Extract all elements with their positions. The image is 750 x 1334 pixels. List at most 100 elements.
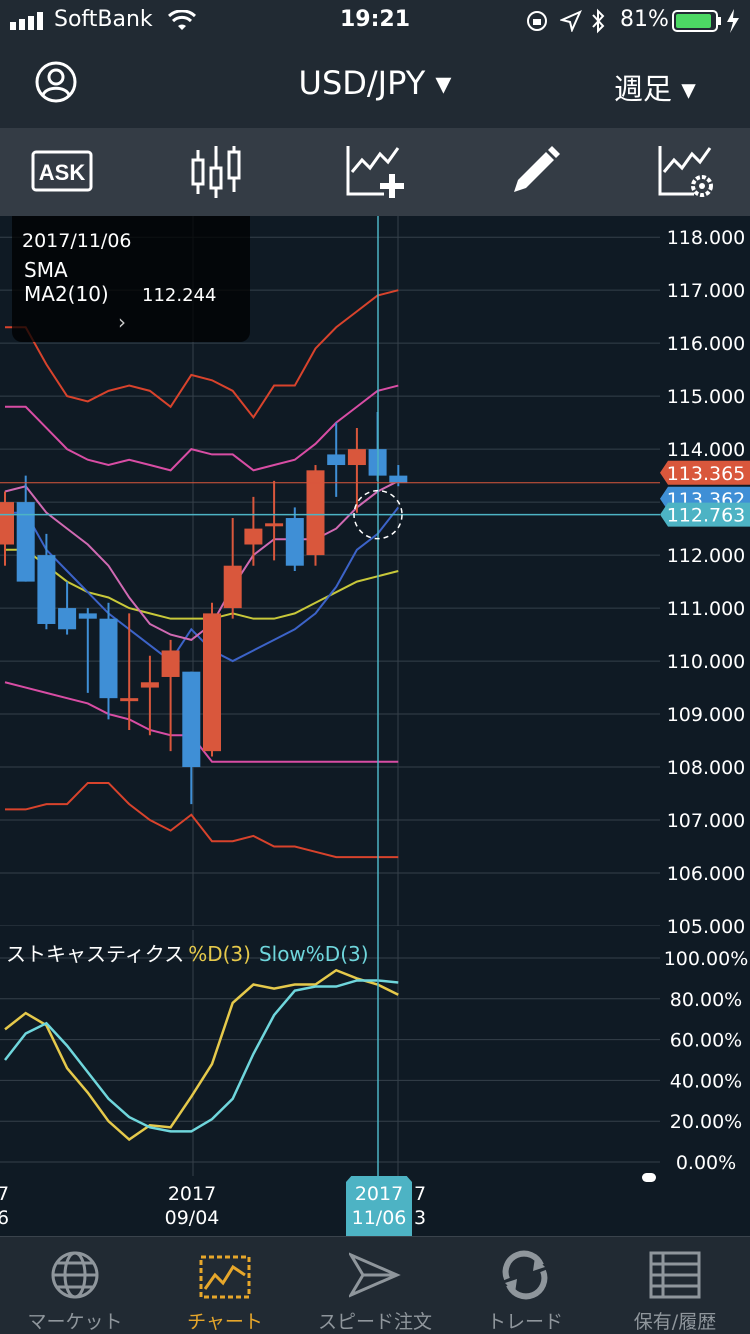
candle-body [58, 608, 77, 630]
price-axis-label: 106.000 [667, 863, 746, 885]
candle-body [389, 475, 408, 484]
indicator-settings-button[interactable] [654, 142, 720, 202]
date-label-mid: 2017 09/04 [152, 1182, 232, 1230]
bluetooth-icon [592, 8, 605, 34]
tab-speed-order-label: スピード注文 [317, 1311, 432, 1333]
stoch-axis-label: 40.00% [670, 1070, 742, 1092]
stoch-axis-label: 0.00% [676, 1152, 736, 1174]
period-selector[interactable]: 週足 ▾ [614, 66, 696, 108]
info-expand-icon[interactable]: › [118, 310, 126, 334]
ask-bid-toggle-button[interactable]: ASK [30, 142, 96, 202]
tab-market[interactable]: マーケット [0, 1237, 150, 1334]
ask-icon: ASK [31, 150, 93, 192]
candle-body [203, 613, 221, 752]
ask-price-tag-text: 113.365 [667, 463, 746, 485]
chart-area[interactable]: 118.000117.000116.000115.000114.000113.0… [0, 216, 750, 1236]
stoch-d-label: %D(3) [188, 942, 251, 966]
candle-body [327, 454, 346, 466]
price-axis-label: 108.000 [667, 757, 746, 779]
info-ma-label: MA2(10) [24, 282, 109, 306]
cursor-date: 11/06 [351, 1207, 407, 1229]
bottom-tab-bar: マーケット チャート スピード注文 トレード 保有/履歴 [0, 1236, 750, 1334]
ask-price-tag: 113.365 [660, 460, 750, 485]
stoch-slow-label: Slow%D(3) [258, 942, 369, 966]
bollinger-bands [4, 289, 400, 859]
date-right-bottom: 3 [413, 1207, 427, 1229]
date-mid-year: 2017 [167, 1183, 217, 1205]
tab-positions[interactable]: 保有/履歴 [600, 1237, 750, 1334]
info-box: 2017/11/06 SMA MA2(10) 112.244 › [12, 216, 250, 342]
rotation-lock-icon [527, 11, 547, 31]
cursor-date-label: 2017 11/06 [346, 1176, 412, 1236]
add-indicator-icon [346, 146, 404, 198]
price-chart[interactable]: 118.000117.000116.000115.000114.000113.0… [0, 216, 750, 1236]
chart-type-button[interactable] [184, 142, 250, 202]
price-axis-label: 112.000 [667, 545, 746, 567]
location-icon [560, 10, 582, 32]
tab-trade-label: トレード [486, 1311, 563, 1333]
price-axis-label: 114.000 [667, 439, 746, 461]
tab-positions-label: 保有/履歴 [633, 1311, 717, 1333]
date-label-left: 7 6 [0, 1182, 16, 1230]
candle-body [265, 523, 284, 527]
candle-body [120, 698, 139, 702]
price-axis-label: 115.000 [667, 386, 746, 408]
stoch-axis-label: 100.00% [664, 948, 749, 970]
candle-body [78, 613, 97, 619]
stoch-name: ストキャスティクス [6, 942, 185, 966]
indicator-settings-icon [658, 146, 713, 197]
tab-trade[interactable]: トレード [450, 1237, 600, 1334]
price-axis-label: 105.000 [667, 916, 746, 938]
pencil-icon [514, 146, 560, 192]
candle-body [347, 449, 366, 466]
bb-inner-lower-line [4, 681, 399, 763]
price-axis-label: 117.000 [667, 280, 746, 302]
info-ma-value: 112.244 [142, 285, 217, 306]
date-mid-date: 09/04 [164, 1207, 220, 1229]
globe-icon [51, 1251, 99, 1299]
stoch-axis-label: 80.00% [670, 989, 742, 1011]
chart-overlay [0, 216, 660, 1176]
tab-chart[interactable]: チャート [150, 1237, 300, 1334]
add-indicator-button[interactable] [342, 142, 408, 202]
stochastic-legend: ストキャスティクス %D(3) Slow%D(3) [6, 938, 369, 967]
stochastic-lines [4, 968, 399, 1142]
refresh-icon [502, 1250, 548, 1300]
cursor-price-tag: 112.763 [660, 502, 750, 527]
battery-icon [672, 9, 739, 33]
price-axis-label: 116.000 [667, 333, 746, 355]
price-axis-label: 107.000 [667, 810, 746, 832]
candle-body [244, 528, 263, 545]
candle-body [182, 671, 201, 768]
tab-speed-order[interactable]: スピード注文 [300, 1237, 450, 1334]
scroll-indicator[interactable] [642, 1173, 656, 1182]
price-axis-label: 110.000 [667, 651, 746, 673]
info-indicator: SMA [24, 258, 68, 282]
candle-body [37, 555, 56, 624]
tab-market-label: マーケット [27, 1311, 123, 1333]
candle-body [99, 618, 118, 699]
draw-tool-button[interactable] [506, 142, 572, 202]
candle-body [161, 650, 180, 677]
stoch-axis-label: 60.00% [670, 1030, 742, 1052]
app-header: USD/JPY ▾ 週足 ▾ [0, 40, 750, 128]
cursor-price-tag-text: 112.763 [667, 505, 746, 527]
date-label-right: 7 3 [410, 1182, 430, 1230]
stoch-axis-label: 20.00% [670, 1111, 742, 1133]
date-left-bottom: 6 [0, 1207, 10, 1229]
status-bar: SoftBank 19:21 81% [0, 0, 750, 40]
tab-chart-label: チャート [187, 1311, 263, 1333]
ma-blue-line [5, 506, 400, 663]
chart-toolbar: ASK [0, 128, 750, 216]
separator-gap [0, 926, 750, 930]
candle-body [285, 518, 304, 566]
date-right-top: 7 [413, 1183, 427, 1205]
price-axis-label: 109.000 [667, 704, 746, 726]
chart-tab-icon [199, 1255, 251, 1299]
stoch-d-line [4, 968, 399, 1142]
ask-label: ASK [39, 160, 86, 185]
candle-body [0, 502, 14, 545]
candle-body [140, 682, 159, 688]
speed-order-icon [349, 1252, 401, 1298]
list-icon [649, 1251, 701, 1299]
